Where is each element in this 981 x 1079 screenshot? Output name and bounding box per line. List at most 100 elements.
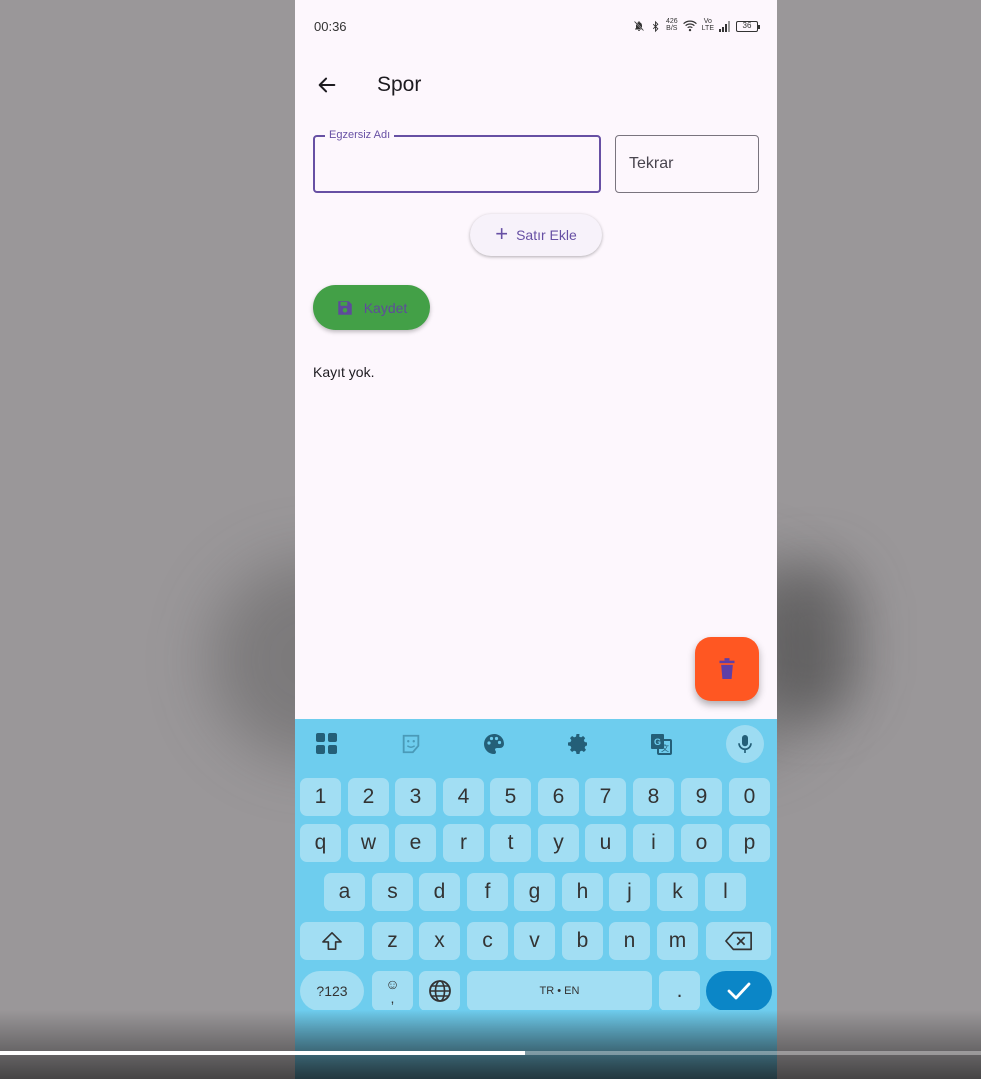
mic-icon xyxy=(738,735,752,753)
phone-screen: 00:36 426 B/S Vo LTE 36 Spor Egzersiz Ad… xyxy=(295,0,777,1079)
key-9[interactable]: 9 xyxy=(681,778,722,816)
language-key[interactable] xyxy=(419,971,460,1011)
net-speed: 426 B/S xyxy=(666,19,678,32)
exercise-name-field[interactable]: Egzersiz Adı xyxy=(313,129,601,193)
exercise-name-input[interactable] xyxy=(315,137,599,191)
keyboard-row-1: q w e r t y u i o p xyxy=(295,824,777,864)
key-h[interactable]: h xyxy=(562,873,603,911)
svg-text:G: G xyxy=(654,737,661,747)
key-6[interactable]: 6 xyxy=(538,778,579,816)
backspace-icon xyxy=(724,931,752,951)
key-d[interactable]: d xyxy=(419,873,460,911)
mic-background xyxy=(725,725,764,763)
settings-button[interactable] xyxy=(558,724,598,764)
page-title: Spor xyxy=(377,73,422,96)
back-button[interactable] xyxy=(303,61,351,109)
save-icon xyxy=(337,300,352,315)
key-5[interactable]: 5 xyxy=(490,778,531,816)
key-m[interactable]: m xyxy=(657,922,698,960)
theme-button[interactable] xyxy=(474,724,514,764)
battery-icon: 36 xyxy=(736,20,760,32)
sticker-button[interactable] xyxy=(391,724,431,764)
apps-icon xyxy=(316,733,337,754)
translate-icon: G文 xyxy=(651,734,673,755)
svg-text:文: 文 xyxy=(661,743,669,753)
translate-button[interactable]: G文 xyxy=(641,724,681,764)
video-progress-fill xyxy=(0,1051,525,1055)
keyboard-row-2: a s d f g h j k l xyxy=(295,873,777,913)
voice-input-button[interactable] xyxy=(725,724,765,764)
key-c[interactable]: c xyxy=(467,922,508,960)
plus-icon: + xyxy=(495,221,509,246)
key-l[interactable]: l xyxy=(705,873,746,911)
key-x[interactable]: x xyxy=(419,922,460,960)
backspace-key[interactable] xyxy=(706,922,771,960)
key-p[interactable]: p xyxy=(729,824,770,862)
shift-icon xyxy=(322,932,342,950)
check-icon xyxy=(727,982,751,1000)
key-4[interactable]: 4 xyxy=(443,778,484,816)
key-b[interactable]: b xyxy=(562,922,603,960)
key-k[interactable]: k xyxy=(657,873,698,911)
app-bar: Spor xyxy=(295,60,777,110)
key-v[interactable]: v xyxy=(514,922,555,960)
space-key[interactable]: TR • EN xyxy=(467,971,652,1011)
key-y[interactable]: y xyxy=(538,824,579,862)
keyboard-row-numbers: 1 2 3 4 5 6 7 8 9 0 xyxy=(295,778,777,818)
key-8[interactable]: 8 xyxy=(633,778,674,816)
key-g[interactable]: g xyxy=(514,873,555,911)
sticker-icon xyxy=(402,734,419,754)
add-row-button[interactable]: + Satır Ekle xyxy=(470,214,602,256)
apps-button[interactable] xyxy=(307,724,347,764)
keyboard-row-bottom: ?123 ☺ , TR • EN . xyxy=(295,971,777,1011)
key-z[interactable]: z xyxy=(372,922,413,960)
key-u[interactable]: u xyxy=(585,824,626,862)
key-n[interactable]: n xyxy=(609,922,650,960)
key-f[interactable]: f xyxy=(467,873,508,911)
comma-label: , xyxy=(390,990,395,1006)
exercise-name-label: Egzersiz Adı xyxy=(325,129,395,141)
key-j[interactable]: j xyxy=(609,873,650,911)
key-1[interactable]: 1 xyxy=(300,778,341,816)
trash-icon xyxy=(719,658,735,679)
key-7[interactable]: 7 xyxy=(585,778,626,816)
signal-icon xyxy=(719,20,730,32)
status-icons: 426 B/S Vo LTE 36 xyxy=(633,19,760,32)
globe-icon xyxy=(428,980,451,1002)
empty-records-text: Kayıt yok. xyxy=(313,364,375,380)
save-button[interactable]: Kaydet xyxy=(313,285,430,330)
key-q[interactable]: q xyxy=(300,824,341,862)
emoji-icon: ☺ xyxy=(385,976,400,992)
symbols-key[interactable]: ?123 xyxy=(300,971,364,1011)
repeat-input[interactable] xyxy=(616,136,758,192)
navigation-bar xyxy=(295,1010,777,1079)
arrow-left-icon xyxy=(318,77,336,93)
save-label: Kaydet xyxy=(363,299,408,316)
delete-fab[interactable] xyxy=(695,637,759,701)
key-o[interactable]: o xyxy=(681,824,722,862)
repeat-field[interactable] xyxy=(615,135,759,193)
key-0[interactable]: 0 xyxy=(729,778,770,816)
bell-off-icon xyxy=(633,20,645,32)
wifi-icon xyxy=(682,20,697,32)
add-row-label: Satır Ekle xyxy=(516,227,577,243)
gear-icon xyxy=(567,734,587,754)
status-bar: 00:36 426 B/S Vo LTE 36 xyxy=(295,0,777,52)
enter-key[interactable] xyxy=(706,971,772,1011)
status-time: 00:36 xyxy=(314,18,347,34)
key-a[interactable]: a xyxy=(324,873,365,911)
key-2[interactable]: 2 xyxy=(348,778,389,816)
key-3[interactable]: 3 xyxy=(395,778,436,816)
palette-icon xyxy=(484,734,505,754)
key-i[interactable]: i xyxy=(633,824,674,862)
period-key[interactable]: . xyxy=(659,971,700,1011)
key-s[interactable]: s xyxy=(372,873,413,911)
key-e[interactable]: e xyxy=(395,824,436,862)
key-t[interactable]: t xyxy=(490,824,531,862)
emoji-comma-key[interactable]: ☺ , xyxy=(372,971,413,1011)
key-w[interactable]: w xyxy=(348,824,389,862)
net-speed-unit: B/S xyxy=(666,25,678,32)
bluetooth-icon xyxy=(652,20,659,32)
shift-key[interactable] xyxy=(300,922,364,960)
key-r[interactable]: r xyxy=(443,824,484,862)
